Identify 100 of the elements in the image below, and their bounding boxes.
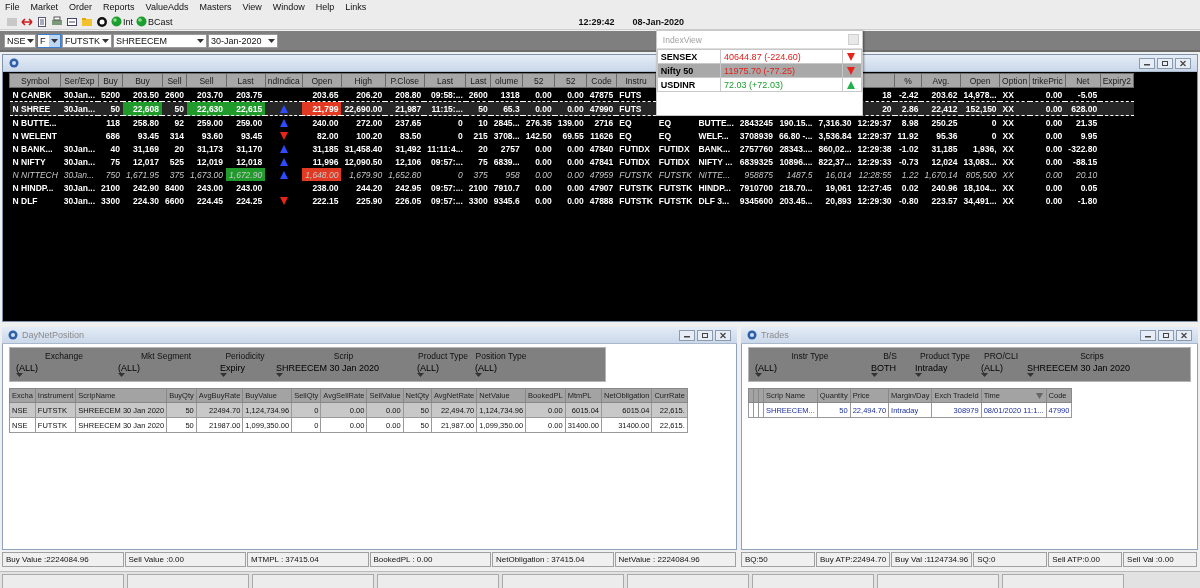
restore-button[interactable]: [1158, 329, 1174, 341]
restore-button[interactable]: [697, 329, 713, 341]
dropdown[interactable]: FUTSTK: [62, 33, 112, 48]
table-cell-text: 40: [109, 142, 121, 155]
column-header[interactable]: Option: [999, 73, 1030, 88]
market-row[interactable]: N BUTTE... 118 258.80 92 259.00 259.00 240.00 272.00 237.65 0 10 2845... 276.35 139.00 2716 EQ EQ BUTTE... 2843245 190.15... 7,316.30 12:29:37 8.98 250.25 0 XX 0.00 21.35: [9, 115, 1134, 129]
menu-item[interactable]: Market: [29, 2, 60, 12]
filter-label: PRO/CLI: [984, 351, 1018, 361]
table-cell-text: 958: [504, 168, 521, 181]
dropdown[interactable]: NSE: [4, 33, 36, 48]
table-cell: 203.62: [921, 87, 961, 102]
panel-title: IndexView: [662, 34, 702, 45]
dropdown[interactable]: (ALL): [16, 363, 112, 377]
table-cell-text: 0.00: [534, 142, 553, 155]
menu-item[interactable]: Links: [344, 2, 368, 12]
column-header[interactable]: Code: [586, 73, 617, 88]
table-cell: 0.00: [1029, 115, 1066, 129]
table-cell: 0: [960, 115, 1000, 129]
dropdown[interactable]: F: [37, 33, 61, 48]
column-header[interactable]: Symbol: [9, 73, 61, 88]
column-header[interactable]: Open: [960, 73, 1000, 88]
table-cell-text: FUTSTK: [657, 181, 694, 194]
column-header[interactable]: Sell: [186, 73, 227, 88]
column-header[interactable]: Instru: [616, 73, 656, 88]
minimize-button[interactable]: [1139, 57, 1155, 69]
market-row[interactable]: N BANK... 30Jan... 40 31,169 20 31,173 31,170 31,185 31,458.40 31,492 11:11:4... 20 2757 0.00 0.00 47840 FUTIDX FUTIDX BANK... 2757760 28343.... 860,02... 12:29:38 -1.02 31,185 1,936, XX 0.00 -322.80: [9, 142, 1134, 155]
column-header[interactable]: ndIndica: [265, 73, 303, 88]
table-cell-text: 11626: [589, 129, 615, 142]
market-row[interactable]: N DLF 30Jan... 3300 224.30 6600 224.45 224.25 222.15 225.90 226.05 09:57:... 3300 9345.6 0.00 0.00 47888 FUTSTK FUTSTK DLF 3... 9345600 203.45... 20,893 12:29:30 -0.80 223.57 34,491... XX 0.00 -1.80: [9, 194, 1134, 207]
menu-item[interactable]: Masters: [198, 2, 233, 12]
column-header[interactable]: Buy: [98, 73, 123, 88]
column-header[interactable]: Buy: [122, 73, 163, 88]
dropdown[interactable]: (ALL): [981, 363, 1021, 377]
table-cell-text: 47841: [588, 155, 615, 168]
dropdown[interactable]: (ALL): [475, 363, 527, 377]
status-field: Sell Value :0.00: [124, 552, 246, 567]
column-header[interactable]: Sell: [162, 73, 187, 88]
column-header[interactable]: Expiry2: [1100, 73, 1134, 88]
table-cell: 203.70: [186, 87, 227, 102]
column-header[interactable]: Open: [302, 73, 342, 88]
table-cell-text: 12:29:33: [856, 155, 893, 168]
dropdown[interactable]: (ALL): [417, 363, 469, 377]
index-row[interactable]: SENSEX 40644.87 (-224.60): [657, 49, 862, 64]
table-cell-text: 0.00: [566, 194, 585, 207]
column-header[interactable]: Last: [424, 73, 466, 88]
table-cell-text: 3708939: [738, 129, 774, 142]
dropdown[interactable]: SHREECEM 30 Jan 2020: [276, 363, 411, 377]
column-header[interactable]: olume: [490, 73, 523, 88]
dropdown[interactable]: (ALL): [118, 363, 214, 377]
dropdown[interactable]: SHREECEM: [113, 33, 207, 48]
dropdown[interactable]: (ALL): [755, 363, 865, 377]
column-header[interactable]: 52: [522, 73, 555, 88]
restore-button[interactable]: [1157, 57, 1173, 69]
table-cell: 47875: [586, 87, 617, 102]
market-row[interactable]: N NITTECH 30Jan... 750 1,671.95 375 1,673.00 1,672.90 1,648.00 1,679.90 1,652.80 0 375 958 0.00 0.00 47959 FUTSTK FUTSTK NITTE... 958875 1487.5 16,014 12:28:55 1.22 1,670.14 805,500 XX 0.00 20.10: [9, 168, 1134, 181]
dropdown[interactable]: 30-Jan-2020: [208, 33, 278, 48]
table-cell: 22,690.00: [341, 101, 386, 116]
table-cell: 250.25: [921, 115, 961, 129]
column-header[interactable]: Last: [226, 73, 266, 88]
table-cell: 8.98: [894, 115, 922, 129]
table-cell-text: 20,893: [824, 194, 853, 207]
window-icon[interactable]: [66, 15, 78, 28]
column-header[interactable]: %: [894, 73, 922, 88]
minimize-button[interactable]: [1140, 329, 1156, 341]
table-cell-text: WELF...: [697, 129, 730, 142]
market-row[interactable]: N WELENT 686 93.45 314 93.60 93.45 82.00 100.20 83.50 0 215 3708... 142.50 69.55 11626 EQ EQ WELF... 3708939 66.80 -... 3,536.84 12:29:37 11.92 95.36 0 XX 0.00 9.95: [9, 129, 1134, 142]
menu-item[interactable]: ValueAdds: [144, 2, 190, 12]
menu-item[interactable]: Window: [271, 2, 306, 12]
column-header[interactable]: trikePric: [1029, 73, 1066, 88]
table-cell-text: 12:29:38: [856, 142, 893, 155]
column-header[interactable]: Avg.: [921, 73, 961, 88]
menu-item[interactable]: View: [241, 2, 263, 12]
table-cell-text: 525: [168, 155, 185, 168]
index-row[interactable]: USDINR 72.03 (+72.03): [657, 77, 862, 92]
table-cell-text: 12,017: [132, 155, 161, 168]
dropdown[interactable]: Intraday: [915, 363, 975, 377]
menu-item[interactable]: File: [4, 2, 21, 12]
document-icon[interactable]: [36, 15, 48, 28]
column-header[interactable]: Last: [465, 73, 491, 88]
table-cell: 50: [98, 101, 123, 116]
dropdown[interactable]: BOTH: [871, 363, 909, 377]
printer-icon[interactable]: [51, 15, 63, 28]
minimize-button[interactable]: [679, 329, 695, 341]
status-label: BCast: [148, 16, 173, 27]
index-row[interactable]: Nifty 50 11975.70 (-77.25): [657, 63, 862, 78]
caret-icon: [102, 38, 109, 43]
column-header[interactable]: High: [341, 73, 386, 88]
dropdown[interactable]: Expiry: [220, 363, 270, 377]
column-header[interactable]: Ser/Exp: [60, 73, 99, 88]
column-header[interactable]: 52: [554, 73, 587, 88]
column-header[interactable]: P.Close: [385, 73, 425, 88]
table-cell: 12,090.50: [341, 155, 386, 168]
window-title: Trades: [761, 330, 789, 340]
dropdown[interactable]: SHREECEM 30 Jan 2020: [1027, 363, 1157, 377]
double-arrow-icon[interactable]: [21, 15, 33, 28]
column-header[interactable]: Net: [1065, 73, 1101, 88]
menu-item[interactable]: Help: [314, 2, 336, 12]
table-cell-text: 1,652.80: [387, 168, 423, 181]
menu-item[interactable]: Reports: [102, 2, 136, 12]
menu-item[interactable]: Order: [68, 2, 94, 12]
